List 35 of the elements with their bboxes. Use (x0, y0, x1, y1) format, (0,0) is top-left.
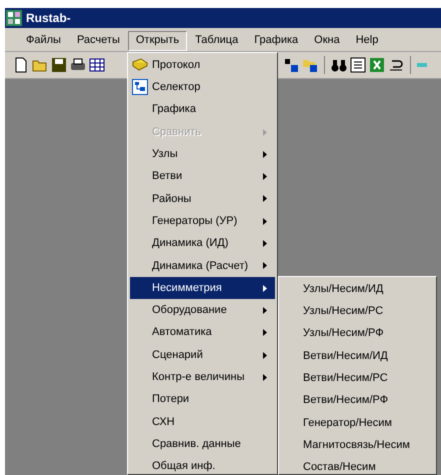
menu-item[interactable]: Графика (130, 98, 275, 121)
menu-item[interactable]: СХН (130, 410, 275, 434)
menu-item[interactable]: Общая инф. (130, 455, 275, 474)
submenu-item[interactable]: Генератор/Несим (281, 412, 434, 434)
submenu-item[interactable]: Магнитосвязь/Несим (281, 434, 434, 456)
submenu-item[interactable]: Узлы/Несим/РФ (281, 322, 434, 345)
menu-item[interactable]: Сценарий (130, 344, 275, 366)
menu-item[interactable]: Оборудование (130, 299, 275, 322)
menu-item[interactable]: Сравнив. данные (130, 433, 275, 456)
menu-bar-item[interactable]: Расчеты (68, 30, 128, 50)
menu-bar-item[interactable]: Файлы (18, 30, 69, 50)
menu-item[interactable]: Узлы (130, 143, 275, 166)
menu-bar-item[interactable]: Графика (246, 30, 306, 50)
menu-item[interactable]: Селектор (130, 76, 275, 99)
menu-bar-item[interactable]: Help (348, 30, 386, 50)
menu-item[interactable]: Контр-е величины (130, 366, 275, 388)
submenu-item[interactable]: Состав/Несим (281, 456, 434, 474)
submenu-item[interactable]: Узлы/Несим/ИД (281, 278, 434, 300)
menu-item[interactable]: Районы (130, 188, 275, 210)
submenu-item[interactable]: Ветви/Несим/ИД (281, 344, 434, 368)
submenu-item[interactable]: Ветви/Несим/РС (281, 367, 434, 390)
submenu-item[interactable]: Узлы/Несим/РС (281, 300, 434, 323)
menu-item[interactable]: Потери (130, 388, 275, 411)
menu-bar-item[interactable]: Окна (306, 30, 348, 50)
window-title: Rustab- (26, 10, 71, 27)
menu-bar-item[interactable]: Открыть (128, 30, 188, 50)
menu-item[interactable]: Динамика (ИД) (130, 232, 275, 255)
menu-item[interactable]: Автоматика (130, 322, 275, 344)
menu-item[interactable]: Несимметрия (130, 276, 275, 300)
menu-item[interactable]: Ветви (130, 165, 275, 188)
menu-bar-item[interactable]: Таблица (187, 30, 246, 50)
menu-item[interactable]: Протокол (130, 54, 275, 76)
submenu-item[interactable]: Ветви/Несим/РФ (281, 389, 434, 412)
menu-item[interactable]: Генераторы (УР) (130, 210, 275, 232)
menu-item[interactable]: Динамика (Расчет) (130, 254, 275, 277)
